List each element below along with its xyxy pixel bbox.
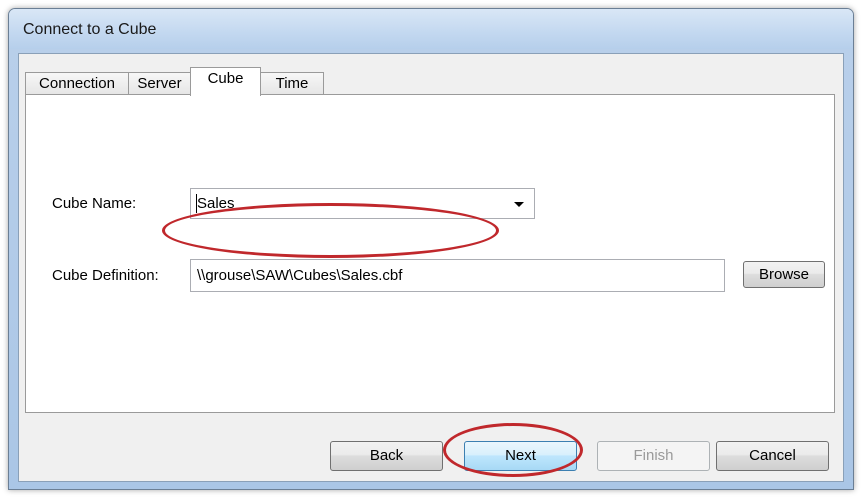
cube-name-label: Cube Name: — [52, 195, 137, 212]
tab-cube[interactable]: Cube — [190, 67, 261, 96]
tab-server[interactable]: Server — [128, 72, 191, 94]
next-button[interactable]: Next — [464, 441, 577, 471]
window-title: Connect to a Cube — [23, 21, 157, 38]
cube-tab-panel: Cube Name: Sales Cube Definition: \\grou… — [25, 94, 835, 413]
cube-definition-label: Cube Definition: — [52, 267, 159, 284]
dialog-body: Connection Server Cube Time Cube Name: S… — [18, 53, 844, 482]
cancel-button[interactable]: Cancel — [716, 441, 829, 471]
back-button[interactable]: Back — [330, 441, 443, 471]
cube-name-value: Sales — [197, 195, 235, 212]
cube-definition-field[interactable]: \\grouse\SAW\Cubes\Sales.cbf — [190, 259, 725, 292]
tab-connection[interactable]: Connection — [25, 72, 129, 94]
tab-time[interactable]: Time — [260, 72, 324, 94]
cube-name-dropdown[interactable]: Sales — [190, 188, 535, 219]
title-bar[interactable]: Connect to a Cube — [9, 9, 853, 49]
finish-button[interactable]: Finish — [597, 441, 710, 471]
browse-button[interactable]: Browse — [743, 261, 825, 288]
chevron-down-icon[interactable] — [514, 202, 524, 207]
connect-cube-dialog: Connect to a Cube Connection Server Cube… — [8, 8, 854, 490]
cube-definition-value: \\grouse\SAW\Cubes\Sales.cbf — [197, 267, 403, 284]
